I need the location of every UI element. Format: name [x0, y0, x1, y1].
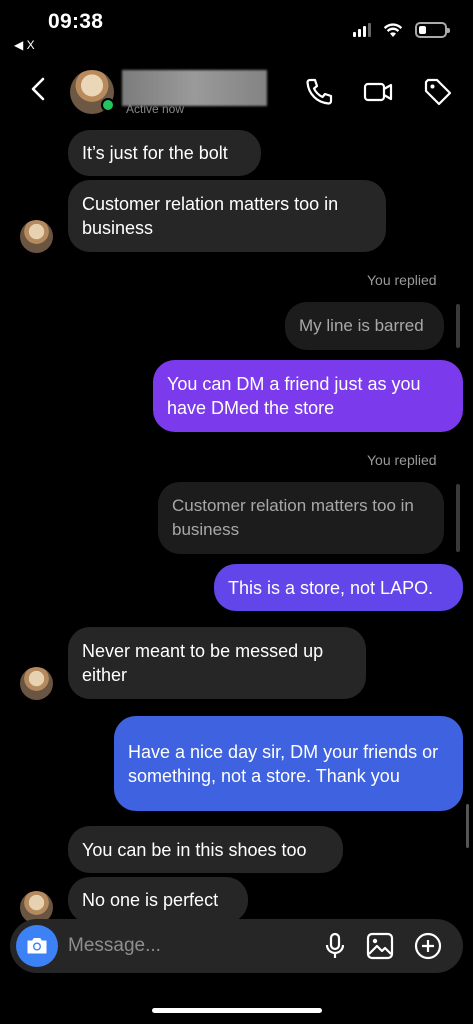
plus-circle-icon[interactable]	[413, 931, 443, 961]
reply-quote-message[interactable]: Customer relation matters too in busines…	[158, 482, 444, 554]
reply-bar	[456, 304, 460, 348]
video-icon[interactable]	[362, 76, 394, 108]
you-replied-label: You replied	[367, 272, 437, 288]
tag-icon[interactable]	[422, 76, 454, 108]
camera-button[interactable]	[16, 925, 58, 967]
received-message[interactable]: It’s just for the bolt	[68, 130, 261, 176]
active-status: Active now	[126, 102, 185, 116]
chevron-left-icon[interactable]	[24, 74, 54, 104]
battery-icon	[415, 22, 450, 38]
scrollbar[interactable]	[466, 804, 469, 848]
photo-icon[interactable]	[365, 931, 395, 961]
contact-name-redacted[interactable]	[122, 70, 267, 106]
reply-quote-message[interactable]: My line is barred	[285, 302, 444, 350]
message-composer	[10, 919, 463, 973]
sent-message[interactable]: Have a nice day sir, DM your friends or …	[114, 716, 463, 811]
sender-avatar[interactable]	[20, 220, 53, 253]
status-icons	[353, 22, 450, 38]
online-indicator	[101, 98, 115, 112]
home-indicator[interactable]	[152, 1008, 322, 1013]
cellular-signal-icon	[353, 23, 371, 37]
back-to-app-link[interactable]: ◀ X	[14, 38, 35, 52]
message-list[interactable]: It’s just for the bolt Customer relation…	[0, 124, 473, 924]
status-bar: 09:38 ◀ X	[0, 0, 473, 56]
chat-header: Active now	[0, 56, 473, 124]
message-input[interactable]	[68, 919, 308, 973]
you-replied-label: You replied	[367, 452, 437, 468]
wifi-icon	[383, 22, 403, 37]
battery-level	[419, 26, 427, 34]
sent-message[interactable]: You can DM a friend just as you have DMe…	[153, 360, 463, 432]
camera-icon	[27, 938, 47, 954]
microphone-icon[interactable]	[320, 931, 350, 961]
received-message[interactable]: No one is perfect	[68, 877, 248, 923]
status-time: 09:38	[48, 10, 104, 33]
received-message[interactable]: Customer relation matters too in busines…	[68, 180, 386, 252]
sent-message[interactable]: This is a store, not LAPO.	[214, 564, 463, 611]
phone-icon[interactable]	[303, 76, 335, 108]
received-message[interactable]: Never meant to be messed up either	[68, 627, 366, 699]
sender-avatar[interactable]	[20, 667, 53, 700]
received-message[interactable]: You can be in this shoes too	[68, 826, 343, 873]
reply-bar	[456, 484, 460, 552]
